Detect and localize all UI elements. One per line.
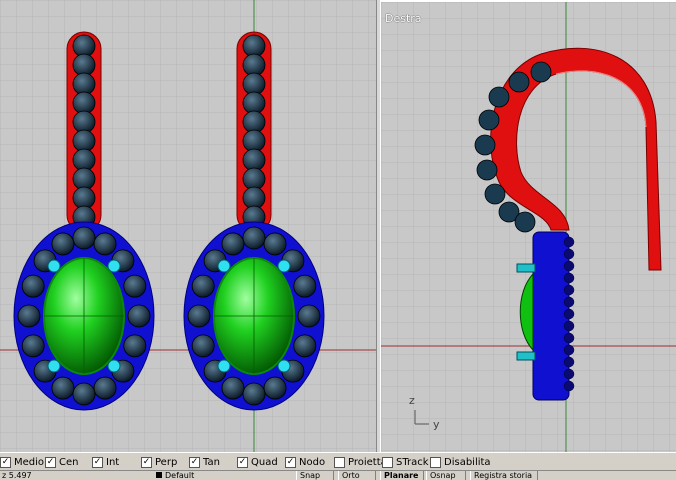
snap-label: Cen <box>59 456 79 468</box>
snap-int[interactable]: Int <box>92 455 119 469</box>
snap-label: Proietta <box>348 456 387 468</box>
snap-label: Nodo <box>299 456 326 468</box>
prong <box>107 359 121 373</box>
bezel-side <box>532 231 570 401</box>
bezel-bead <box>263 232 287 256</box>
snap-label: Perp <box>155 456 178 468</box>
left-canvas <box>0 0 376 452</box>
hook-bead <box>476 159 498 181</box>
bezel-bead <box>263 376 287 400</box>
snap-label: Medio <box>14 456 45 468</box>
snap-checkbox[interactable] <box>382 456 393 468</box>
bezel-bead <box>72 382 96 406</box>
snap-strack[interactable]: STrack <box>382 455 429 469</box>
prong <box>217 259 231 273</box>
snap-cen[interactable]: Cen <box>45 455 78 469</box>
prong <box>107 259 121 273</box>
osnap-bar: Medio Cen Int Perp Tan Quad Nodo Proietta STrack… <box>0 452 676 471</box>
snap-medio[interactable]: Medio <box>0 455 44 469</box>
prong <box>277 259 291 273</box>
bezel-bead <box>242 226 266 250</box>
bezel-bead <box>51 232 75 256</box>
prong <box>47 259 61 273</box>
hook-bead <box>530 61 552 83</box>
hook-bead <box>474 134 496 156</box>
viewport-destra[interactable]: Destra z y <box>381 0 676 454</box>
snap-nodo[interactable]: Nodo <box>285 455 325 469</box>
snap-checkbox[interactable] <box>0 456 11 468</box>
bezel-bead <box>93 376 117 400</box>
bezel-bead <box>293 334 317 358</box>
snap-tan[interactable]: Tan <box>189 455 220 469</box>
hook-bead <box>484 183 506 205</box>
bezel-bead <box>221 232 245 256</box>
bezel-bead <box>21 334 45 358</box>
prong <box>47 359 61 373</box>
axis-z-label: z <box>409 394 415 407</box>
snap-label: Quad <box>251 456 278 468</box>
viewport-left[interactable] <box>0 0 376 452</box>
bezel-bead <box>93 232 117 256</box>
prong-bottom <box>516 351 536 361</box>
bezel-bead <box>191 334 215 358</box>
bezel-bead <box>191 274 215 298</box>
right-canvas: z y <box>381 2 676 454</box>
snap-label: Disabilita <box>444 456 491 468</box>
bezel-bead <box>242 382 266 406</box>
bezel-bead <box>221 376 245 400</box>
prong <box>277 359 291 373</box>
snap-label: Tan <box>203 456 220 468</box>
hook-bead <box>508 71 530 93</box>
snap-label: STrack <box>396 456 429 468</box>
hook-bead <box>478 109 500 131</box>
bezel-bead <box>297 304 321 328</box>
bezel-bead <box>123 274 147 298</box>
snap-quad[interactable]: Quad <box>237 455 278 469</box>
bezel-bead <box>127 304 151 328</box>
bezel-bead <box>72 226 96 250</box>
snap-checkbox[interactable] <box>45 456 56 468</box>
bezel-bead <box>21 274 45 298</box>
bezel-bead <box>187 304 211 328</box>
prong <box>217 359 231 373</box>
bezel-bead <box>51 376 75 400</box>
hook-bead <box>514 211 536 233</box>
snap-checkbox[interactable] <box>430 456 441 468</box>
prong-top <box>516 263 536 273</box>
snap-checkbox[interactable] <box>285 456 296 468</box>
snap-checkbox[interactable] <box>141 456 152 468</box>
snap-checkbox[interactable] <box>237 456 248 468</box>
snap-label: Int <box>106 456 120 468</box>
snap-checkbox[interactable] <box>334 456 345 468</box>
bezel-bead <box>17 304 41 328</box>
snap-checkbox[interactable] <box>189 456 200 468</box>
bezel-bead <box>293 274 317 298</box>
axis-y-label: y <box>433 418 440 431</box>
bezel-bead <box>123 334 147 358</box>
snap-proietta[interactable]: Proietta <box>334 455 387 469</box>
snap-checkbox[interactable] <box>92 456 103 468</box>
layer-color-swatch <box>156 472 162 478</box>
snap-disabilita[interactable]: Disabilita <box>430 455 491 469</box>
viewport-destra-title[interactable]: Destra <box>385 12 422 25</box>
hook-bead <box>488 86 510 108</box>
snap-perp[interactable]: Perp <box>141 455 177 469</box>
